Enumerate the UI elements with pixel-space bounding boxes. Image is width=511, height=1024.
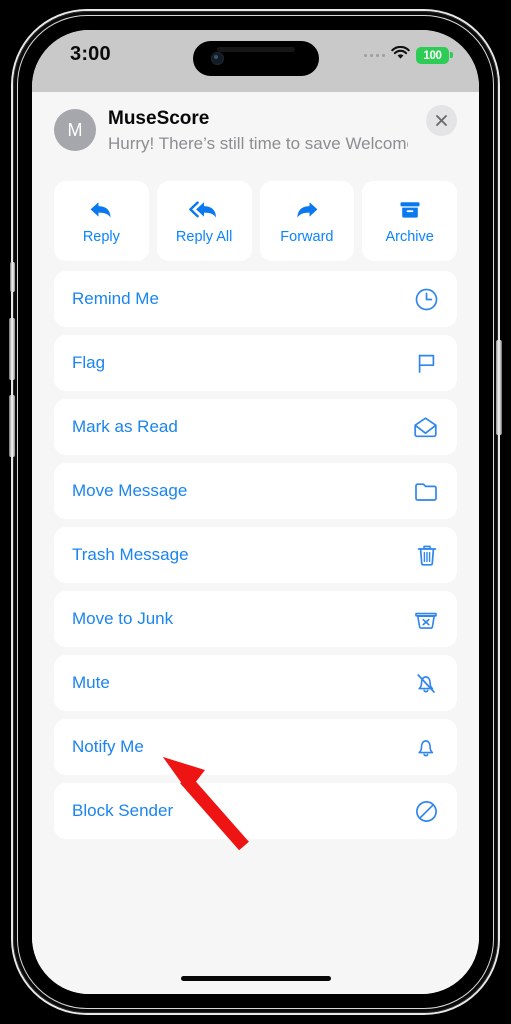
screenshot-stage: 3:00 100 M MuseScore Hurry! There’s stil… [0, 0, 511, 1024]
row-flag[interactable]: Flag [54, 335, 457, 391]
forward-button[interactable]: Forward [259, 181, 355, 261]
silent-switch-button[interactable] [10, 262, 15, 292]
row-notify-me[interactable]: Notify Me [54, 719, 457, 775]
reply-label: Reply [82, 229, 120, 245]
row-move-to-junk[interactable]: Move to Junk [54, 591, 457, 647]
avatar: M [54, 109, 96, 151]
message-header: M MuseScore Hurry! There’s still time to… [32, 92, 479, 167]
row-label: Notify Me [72, 737, 144, 756]
earpiece-speaker [216, 47, 295, 52]
row-label: Mute [72, 673, 110, 692]
trash-icon [415, 543, 439, 568]
reply-all-button[interactable]: Reply All [156, 181, 252, 261]
envelope-open-icon [412, 415, 439, 440]
quick-actions-row: Reply Reply All Forward Archive [32, 167, 479, 261]
row-mute[interactable]: Mute [54, 655, 457, 711]
archive-label: Archive [385, 229, 434, 245]
reply-all-label: Reply All [175, 229, 233, 245]
forward-icon [294, 197, 320, 223]
battery-indicator: 100 [416, 47, 453, 64]
reply-button[interactable]: Reply [54, 181, 149, 261]
row-label: Trash Message [72, 545, 189, 564]
row-mark-as-read[interactable]: Mark as Read [54, 399, 457, 455]
row-label: Mark as Read [72, 417, 178, 436]
volume-down-button[interactable] [9, 395, 15, 457]
bell-icon [413, 735, 439, 760]
volume-up-button[interactable] [9, 318, 15, 380]
archive-icon [398, 197, 422, 223]
row-block-sender[interactable]: Block Sender [54, 783, 457, 839]
reply-icon [88, 197, 114, 223]
row-trash-message[interactable]: Trash Message [54, 527, 457, 583]
forward-label: Forward [280, 229, 334, 245]
close-icon [434, 113, 449, 128]
row-label: Flag [72, 353, 106, 372]
home-indicator [180, 976, 331, 981]
message-preview: Hurry! There’s still time to save Welcom… [108, 134, 408, 153]
close-button[interactable] [426, 105, 457, 136]
folder-icon [413, 479, 439, 504]
message-actions-sheet: M MuseScore Hurry! There’s still time to… [32, 92, 479, 994]
block-circle-icon [414, 799, 439, 824]
junk-bin-icon [413, 607, 439, 632]
bell-slash-icon [413, 671, 439, 696]
wifi-icon [391, 45, 410, 65]
flag-icon [414, 351, 439, 376]
signal-dots-icon [363, 53, 385, 58]
sender-name: MuseScore [108, 108, 210, 129]
status-bar-time: 3:00 [70, 43, 111, 65]
row-label: Remind Me [72, 289, 159, 308]
row-remind-me[interactable]: Remind Me [54, 271, 457, 327]
front-camera-icon [210, 52, 224, 65]
row-move-message[interactable]: Move Message [54, 463, 457, 519]
action-list: Remind Me Flag Mark as Read Move Message… [32, 261, 479, 839]
row-label: Move to Junk [72, 609, 174, 628]
status-bar-indicators: 100 [363, 45, 453, 65]
row-label: Move Message [72, 481, 188, 500]
archive-button[interactable]: Archive [362, 181, 457, 261]
power-button[interactable] [496, 340, 502, 435]
row-label: Block Sender [72, 801, 174, 820]
phone-screen: 3:00 100 M MuseScore Hurry! There’s stil… [32, 30, 479, 994]
clock-icon [414, 287, 439, 312]
reply-all-icon [188, 197, 220, 223]
